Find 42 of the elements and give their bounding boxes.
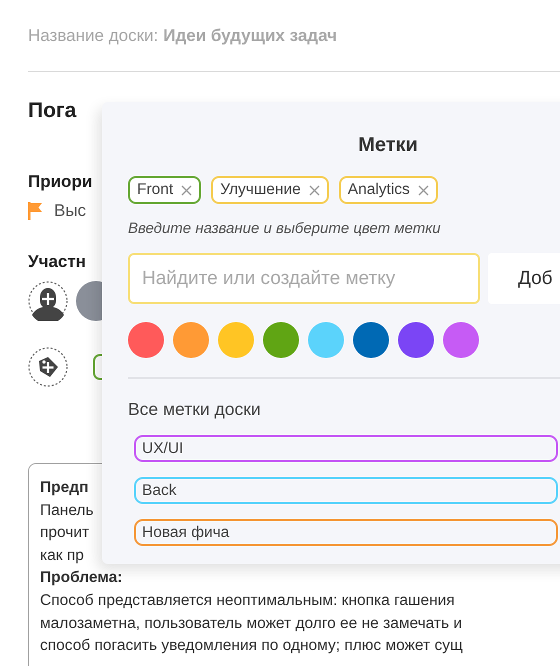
tag-item[interactable]: UX/UI (134, 435, 558, 462)
description-text: малозаметна, пользователь может долго ее не замечать и (40, 614, 462, 634)
description-text: Способ представляется неоптимальным: кнопка гашения (40, 590, 455, 611)
description-text: способ погасить уведомления по одному; плюс может сущ (40, 636, 463, 656)
board-name-label: Название доски: (28, 26, 158, 45)
color-swatch[interactable] (443, 322, 479, 358)
popup-title: Метки (357, 133, 419, 157)
tag-chip[interactable]: Analytics (338, 176, 438, 204)
flag-icon (28, 202, 42, 220)
description-text: как пр (40, 546, 84, 566)
tag-chip[interactable]: Улучшение (211, 176, 329, 204)
search-field[interactable]: Найдите или создайте метку (128, 253, 480, 304)
add-button[interactable]: Доб (488, 253, 560, 304)
task-title: Пога (28, 98, 76, 124)
add-member-icon[interactable] (28, 281, 68, 321)
add-tag-icon[interactable] (28, 347, 68, 387)
section-heading: Все метки доски (128, 399, 262, 420)
tag-label: Улучшение (220, 181, 301, 199)
remove-icon[interactable] (308, 184, 320, 196)
color-swatch[interactable] (308, 322, 344, 358)
color-swatch[interactable] (353, 322, 389, 358)
description-heading: Проблема: (40, 568, 122, 588)
color-swatch[interactable] (218, 322, 254, 358)
color-swatch[interactable] (128, 322, 164, 358)
priority-value: Выс (54, 201, 86, 221)
color-swatch[interactable] (173, 322, 209, 358)
hint-text: Введите название и выберите цвет метки (128, 220, 442, 237)
color-swatch[interactable] (398, 322, 434, 358)
tag-item[interactable]: Новая фича (134, 519, 558, 546)
description-text: Панель (40, 500, 94, 521)
description-heading: Предп (40, 478, 88, 498)
priority-label: Приори (28, 171, 92, 193)
description-text: прочит (40, 523, 90, 544)
members-label: Участн (28, 251, 86, 273)
remove-icon[interactable] (418, 184, 429, 196)
remove-icon[interactable] (181, 184, 192, 196)
tag-label: Analytics (348, 181, 410, 199)
board-name: Идеи будущих задач (163, 26, 337, 45)
tag-label: Front (137, 181, 174, 199)
tag-item[interactable]: Back (134, 477, 558, 504)
color-swatch[interactable] (263, 322, 299, 358)
tag-chip[interactable]: Front (128, 176, 202, 204)
